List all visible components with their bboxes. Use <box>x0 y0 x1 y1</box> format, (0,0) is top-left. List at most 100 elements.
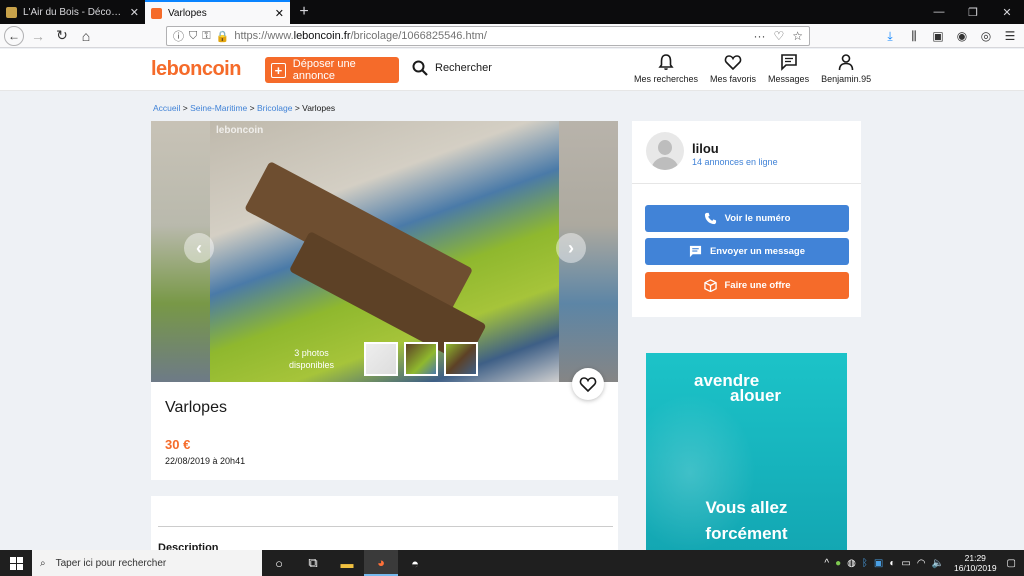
reload-icon[interactable]: ↻ <box>50 25 74 47</box>
close-icon[interactable]: ✕ <box>275 7 284 20</box>
seller-ads-link[interactable]: 14 annonces en ligne <box>692 157 778 167</box>
breadcrumb-separator: > <box>294 103 300 113</box>
thumbnail[interactable] <box>404 342 438 376</box>
post-ad-label: Déposer une annonce <box>292 58 356 82</box>
wifi-icon[interactable]: ◠ <box>917 558 926 569</box>
tray-app-icon[interactable]: ◍ <box>847 558 856 569</box>
advertisement-banner[interactable]: avendre alouer Vous allez forcément <box>646 353 847 556</box>
task-view-icon[interactable]: ⧉ <box>296 550 330 576</box>
divider <box>158 526 613 527</box>
avatar[interactable] <box>646 132 684 170</box>
send-message-button[interactable]: Envoyer un message <box>645 238 849 265</box>
post-ad-button[interactable]: + Déposer une annonce <box>265 57 399 83</box>
tray-app-icon[interactable]: ▣ <box>874 558 883 569</box>
url-text[interactable]: https://www.leboncoin.fr/bricolage/10668… <box>234 30 487 42</box>
pocket-icon[interactable]: ♡ <box>773 29 784 43</box>
key-icon[interactable]: ⚿ <box>202 30 210 43</box>
heart-icon <box>724 55 742 71</box>
notifications-icon[interactable]: ▢ <box>1007 558 1016 569</box>
minimize-icon[interactable]: — <box>922 0 956 24</box>
photo-gallery: leboncoin 3 photos disponibles ‹ › <box>151 121 618 382</box>
leboncoin-logo[interactable]: leboncoin <box>151 58 241 81</box>
message-icon <box>780 54 797 71</box>
home-icon[interactable]: ⌂ <box>74 25 98 47</box>
sidebar-icon[interactable]: ▣ <box>928 26 948 46</box>
cortana-icon[interactable]: ○ <box>262 550 296 576</box>
message-icon <box>689 245 702 258</box>
make-offer-button[interactable]: Faire une offre <box>645 272 849 299</box>
file-explorer-icon[interactable]: ▬ <box>330 550 364 576</box>
library-icon[interactable]: ⫼ <box>904 26 924 46</box>
description-card: Description <box>151 496 618 556</box>
new-tab-icon[interactable]: + <box>290 0 318 24</box>
breadcrumb-separator: > <box>182 103 188 113</box>
phone-icon <box>704 212 716 225</box>
search-icon <box>412 60 428 76</box>
thumbnail[interactable] <box>444 342 478 376</box>
search-icon: ⌕ <box>40 557 46 569</box>
volume-icon[interactable]: 🔈 <box>932 558 944 569</box>
browser-nav-bar: ← → ↻ ⌂ ⓘ ⛉ ⚿ 🔒 https://www.leboncoin.fr… <box>0 24 1024 48</box>
url-bar[interactable]: ⓘ ⛉ ⚿ 🔒 https://www.leboncoin.fr/bricola… <box>166 26 810 46</box>
menu-icon[interactable]: ☰ <box>1000 26 1020 46</box>
browser-tab-lairdubois[interactable]: L'Air du Bois - Découvrez, fabr ✕ <box>0 0 145 24</box>
breadcrumb-category[interactable]: Bricolage <box>257 103 292 113</box>
window-close-icon[interactable]: ✕ <box>990 0 1024 24</box>
photo-watermark: leboncoin <box>216 125 264 136</box>
back-arrow-icon[interactable]: ← <box>4 25 24 46</box>
nav-messages[interactable]: Messages <box>762 53 815 84</box>
show-phone-button[interactable]: Voir le numéro <box>645 205 849 232</box>
nav-my-favorites-label: Mes favoris <box>710 74 757 84</box>
site-header: leboncoin + Déposer une annonce Recherch… <box>0 49 1024 91</box>
search-button[interactable]: Rechercher <box>412 60 492 76</box>
breadcrumb-home[interactable]: Accueil <box>153 103 180 113</box>
extension-icon[interactable]: ◎ <box>976 26 996 46</box>
bookmark-star-icon[interactable]: ☆ <box>792 29 803 43</box>
package-icon <box>703 279 717 292</box>
seller-card: lilou 14 annonces en ligne Voir le numér… <box>632 121 861 317</box>
taskbar-search-placeholder: Taper ici pour rechercher <box>55 557 167 569</box>
info-icon[interactable]: ⓘ <box>173 28 184 44</box>
account-icon[interactable]: ◉ <box>952 26 972 46</box>
tray-app-icon[interactable]: ◐ <box>889 558 895 569</box>
battery-icon[interactable]: ▭ <box>901 558 910 569</box>
thumbnail[interactable] <box>364 342 398 376</box>
seller-profile[interactable]: lilou 14 annonces en ligne <box>632 121 861 184</box>
app-icon[interactable]: ◓ <box>398 550 432 576</box>
forward-arrow-icon[interactable]: → <box>26 25 50 47</box>
ad-price: 30 € <box>165 437 191 452</box>
tray-app-icon[interactable]: ● <box>835 558 841 569</box>
firefox-icon[interactable]: ◕ <box>364 550 398 576</box>
send-message-label: Envoyer un message <box>709 246 806 257</box>
browser-tab-varlopes[interactable]: Varlopes ✕ <box>145 0 290 24</box>
bluetooth-icon[interactable]: ᛒ <box>862 558 868 569</box>
breadcrumb-region[interactable]: Seine-Maritime <box>190 103 247 113</box>
plus-icon: + <box>271 62 286 78</box>
nav-my-favorites[interactable]: Mes favoris <box>704 53 762 84</box>
windows-taskbar: ⌕ Taper ici pour rechercher ○ ⧉ ▬ ◕ ◓ ^ … <box>0 550 1024 576</box>
next-photo-chevron-right-icon[interactable]: › <box>556 233 586 263</box>
bell-icon <box>658 54 674 70</box>
lock-icon[interactable]: 🔒 <box>216 30 230 43</box>
download-icon[interactable]: ⤓ <box>880 26 900 46</box>
tracking-shield-icon[interactable]: ⛉ <box>189 30 197 43</box>
heart-icon <box>579 377 597 393</box>
lairdubois-favicon-icon <box>6 6 17 18</box>
chevron-up-icon[interactable]: ^ <box>824 558 829 569</box>
previous-photo-chevron-left-icon[interactable]: ‹ <box>184 233 214 263</box>
nav-account-label: Benjamin.95 <box>821 74 872 84</box>
restore-icon[interactable]: ❐ <box>956 0 990 24</box>
nav-account[interactable]: Benjamin.95 <box>815 53 877 84</box>
page-actions-icon[interactable]: ··· <box>753 29 765 43</box>
windows-start-icon[interactable] <box>0 550 32 576</box>
taskbar-search-box[interactable]: ⌕ Taper ici pour rechercher <box>32 550 262 576</box>
nav-my-searches[interactable]: Mes recherches <box>628 53 704 84</box>
tab-title: Varlopes <box>168 7 207 19</box>
make-offer-label: Faire une offre <box>724 280 791 291</box>
seller-name[interactable]: lilou <box>692 141 719 156</box>
favorite-button[interactable] <box>572 368 604 400</box>
ad-date: 22/08/2019 à 20h41 <box>165 456 246 466</box>
close-icon[interactable]: ✕ <box>130 6 139 19</box>
clock[interactable]: 21:29 16/10/2019 <box>954 553 997 573</box>
leboncoin-favicon-icon <box>151 7 162 19</box>
